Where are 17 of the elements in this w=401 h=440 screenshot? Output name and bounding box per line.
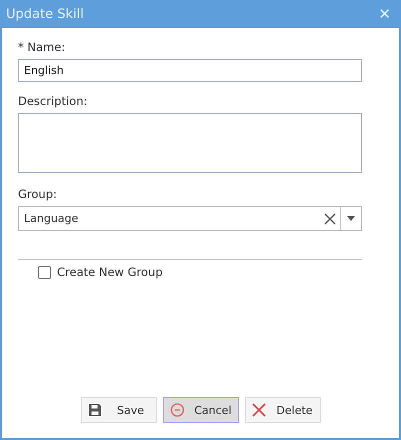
clear-icon[interactable] bbox=[324, 212, 336, 224]
save-button[interactable]: Save bbox=[80, 397, 156, 423]
group-dropdown[interactable]: Language bbox=[18, 206, 362, 231]
description-field[interactable] bbox=[18, 113, 362, 173]
cancel-button[interactable]: Cancel bbox=[162, 397, 238, 423]
field-label: * Name: bbox=[18, 40, 66, 54]
window-title: Update Skill bbox=[6, 6, 84, 22]
field-label: Description: bbox=[18, 94, 88, 108]
delete-button[interactable]: Delete bbox=[244, 397, 320, 423]
minus-circle-icon bbox=[170, 402, 184, 418]
checkbox[interactable] bbox=[38, 266, 51, 278]
name-field[interactable]: English bbox=[18, 59, 362, 82]
checkbox-label: Create New Group bbox=[57, 265, 163, 279]
close-icon bbox=[252, 403, 266, 417]
caret-icon[interactable] bbox=[347, 216, 355, 221]
dropdown-value: Language bbox=[24, 212, 80, 225]
field-label: Group: bbox=[18, 187, 58, 201]
